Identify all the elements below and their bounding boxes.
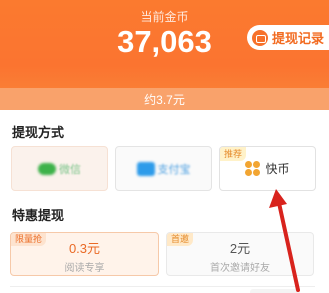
- kuaibi-icon: [245, 160, 261, 177]
- wechat-text: 微信: [59, 163, 81, 176]
- first-invite-badge: 首邀: [167, 233, 194, 246]
- coin-label: 当前金币: [140, 10, 189, 24]
- offer-2-yuan[interactable]: 首邀 2元 首次邀请好友: [166, 232, 314, 276]
- kuaibi-label: 快币: [265, 162, 290, 176]
- offer-subtitle: 首次邀请好友: [210, 263, 270, 274]
- alipay-text: 支付宝: [157, 163, 191, 176]
- wechat-icon: [38, 162, 56, 175]
- offer-subtitle: 阅读专享: [64, 263, 105, 274]
- approx-amount-bar: 约3.7元: [0, 88, 329, 110]
- recommend-badge: 推荐: [220, 147, 247, 161]
- special-offer-title: 特惠提现: [12, 208, 65, 223]
- offer-0-3-yuan[interactable]: 限量抢 0.3元 阅读专享: [10, 232, 159, 276]
- wechat-method-label: 微信: [38, 161, 81, 177]
- offer-amount: 0.3元: [68, 241, 101, 256]
- withdraw-body: 提现方式 微信 支付宝 推荐 快币 特惠提现 限量抢 0.3元 阅读专享 首邀: [0, 110, 329, 293]
- alipay-icon: [136, 161, 155, 176]
- withdraw-record-label: 提现记录: [272, 31, 325, 46]
- offer-amount: 2元: [229, 241, 251, 256]
- alipay-method-label: 支付宝: [136, 161, 191, 177]
- approx-amount: 约3.7元: [144, 92, 185, 107]
- limited-badge: 限量抢: [11, 233, 47, 246]
- next-row-hint: [250, 289, 300, 293]
- divider: [10, 286, 315, 287]
- wallet-icon: [252, 29, 268, 46]
- method-wechat[interactable]: 微信: [11, 146, 108, 191]
- method-alipay[interactable]: 支付宝: [115, 146, 212, 191]
- withdraw-record-button[interactable]: 提现记录: [247, 25, 329, 50]
- method-kuaibi[interactable]: 推荐 快币: [219, 146, 316, 191]
- withdraw-method-title: 提现方式: [12, 125, 65, 140]
- coin-header: 当前金币 37,063 提现记录 约3.7元: [0, 0, 329, 110]
- withdraw-page: 当前金币 37,063 提现记录 约3.7元 提现方式 微信 支付宝 推荐 快币…: [0, 0, 329, 293]
